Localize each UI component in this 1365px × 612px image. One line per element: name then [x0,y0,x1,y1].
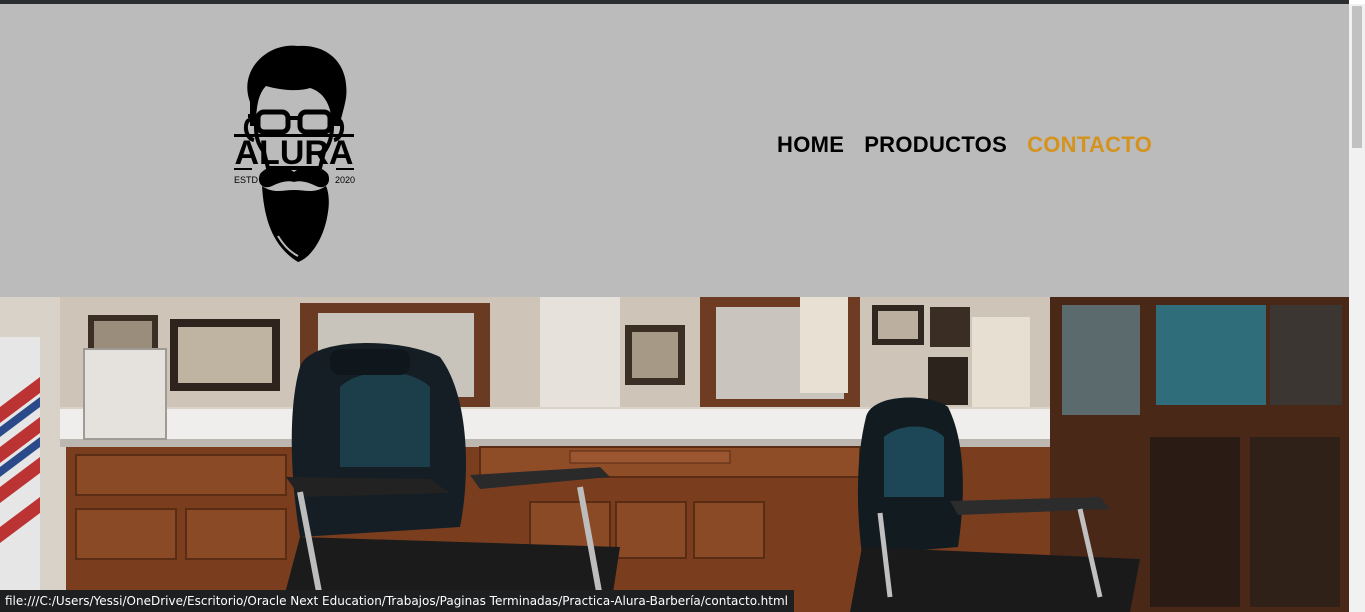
logo-year-text: 2020 [335,175,355,185]
link-status-bar: file:///C:/Users/Yessi/OneDrive/Escritor… [0,590,794,612]
barbershop-interior-photo [0,297,1349,612]
main-nav: HOME PRODUCTOS CONTACTO [777,132,1152,158]
hero-barbershop-image [0,297,1349,612]
scrollbar-thumb[interactable] [1352,6,1362,148]
logo-brand-text: ALURA [235,134,354,172]
alura-logo[interactable]: ALURA ESTD 2020 [228,40,360,265]
nav-productos-link[interactable]: PRODUCTOS [864,132,1007,158]
vertical-scrollbar[interactable] [1349,4,1365,612]
logo-estd-text: ESTD [234,175,259,185]
nav-contacto-link[interactable]: CONTACTO [1027,132,1152,158]
site-header: ALURA ESTD 2020 HOME PRODUCTOS CONTACTO [0,4,1349,297]
nav-home-link[interactable]: HOME [777,132,844,158]
